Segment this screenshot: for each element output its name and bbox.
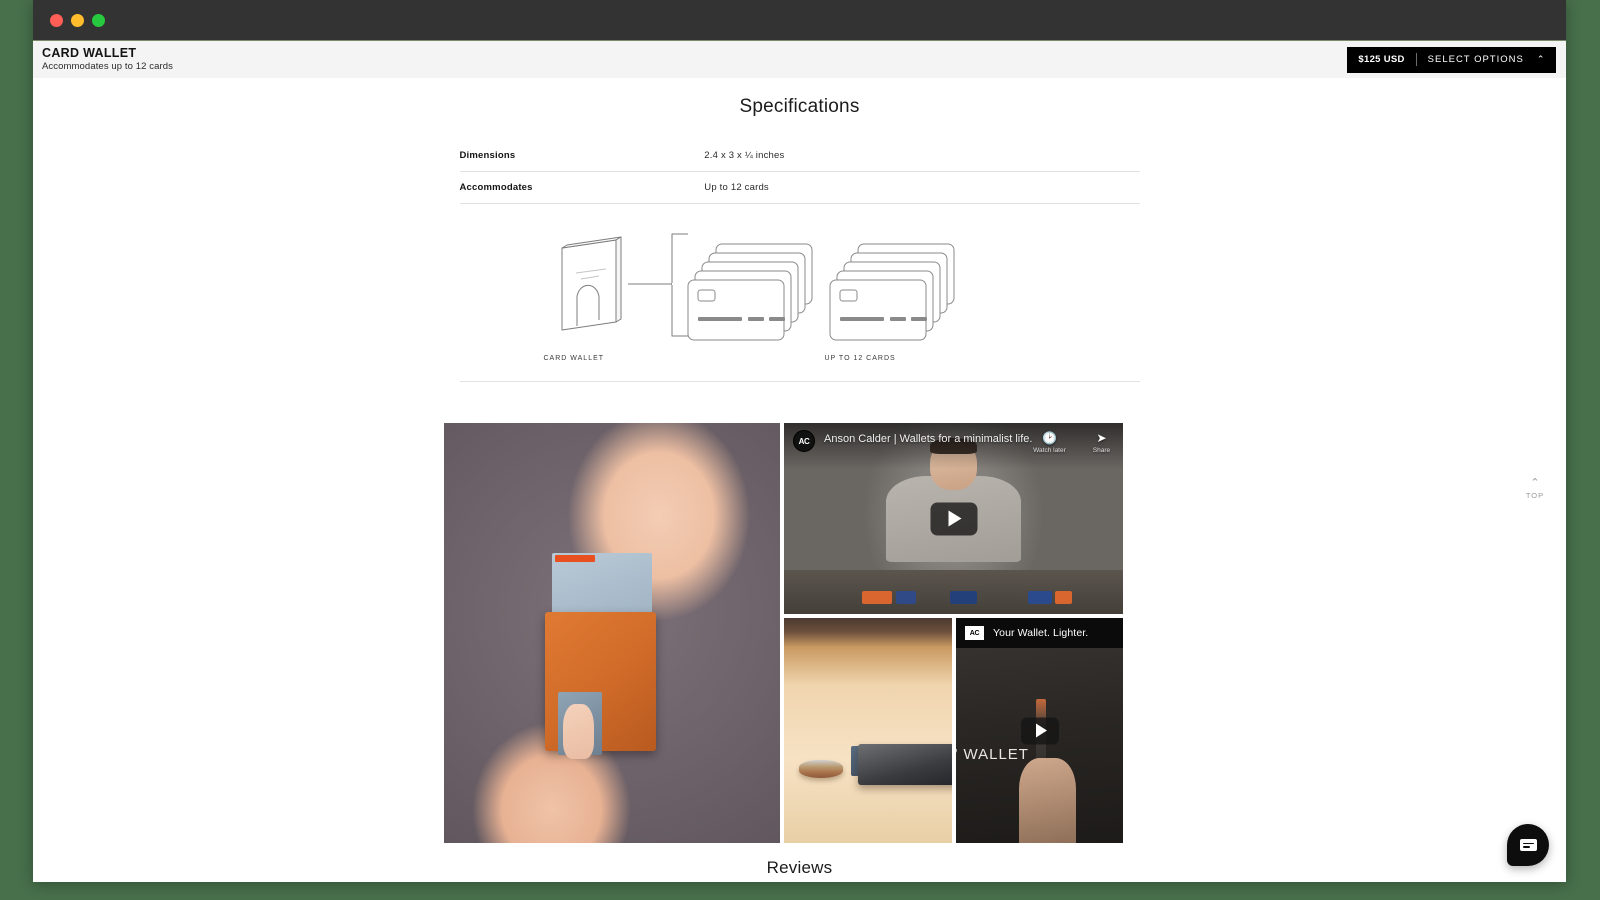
- specifications-table: Dimensions 2.4 x 3 x ¼ inches Accommodat…: [459, 140, 1140, 204]
- clock-icon: 🕑: [1041, 431, 1057, 445]
- back-to-top-label: TOP: [1525, 491, 1545, 500]
- photo-card-strip: [554, 555, 596, 563]
- product-title: CARD WALLET: [42, 46, 137, 60]
- spec-value: Up to 12 cards: [704, 182, 769, 193]
- video-product-item: [950, 591, 978, 605]
- specifications-section: Specifications Dimensions 2.4 x 3 x ¼ in…: [459, 78, 1140, 382]
- back-to-top-button[interactable]: ⌃ TOP: [1518, 477, 1552, 501]
- diagram-label-cards: UP TO 12 CARDS: [824, 355, 896, 362]
- youtube-secondary-overlay: AC Your Wallet. Lighter.: [956, 618, 1123, 648]
- video-product-item: [1028, 591, 1052, 605]
- video-overlay-word: " WALLET: [956, 746, 1029, 763]
- window-titlebar: [33, 0, 1566, 40]
- capacity-diagram: [520, 226, 1080, 351]
- watch-later-button[interactable]: 🕑 Watch later: [1032, 431, 1066, 454]
- capacity-diagram-illustration: [561, 233, 954, 341]
- media-bottom-row: " WALLET AC Your Wallet. Lighter.: [784, 618, 1123, 843]
- sticky-product-bar: CARD WALLET Accommodates up to 12 cards …: [33, 40, 1566, 78]
- reviews-section: Reviews ★★★★★ Based on 44 reviews Write …: [33, 858, 1566, 882]
- video-hand: [1019, 757, 1077, 843]
- sticky-product-info: CARD WALLET Accommodates up to 12 cards: [42, 46, 173, 73]
- video-product-item: [895, 591, 917, 605]
- spec-key: Dimensions: [459, 150, 516, 161]
- spec-value: 2.4 x 3 x ¼ inches: [704, 150, 785, 161]
- watch-later-label: Watch later: [1033, 447, 1066, 454]
- capacity-diagram-labels: CARD WALLET UP TO 12 CARDS: [520, 355, 1080, 367]
- youtube-top-overlay: AC Anson Calder | Wallets for a minimali…: [784, 423, 1123, 469]
- play-icon[interactable]: [930, 502, 977, 535]
- select-options-bar[interactable]: $125 USD SELECT OPTIONS ⌃: [1347, 46, 1556, 73]
- photo-wallet: [857, 744, 952, 785]
- chevron-up-icon: ⌃: [1536, 54, 1545, 64]
- media-gallery: AC Anson Calder | Wallets for a minimali…: [444, 423, 1123, 843]
- youtube-actions: 🕑 Watch later ➤ Share: [1032, 431, 1118, 454]
- window-minimize-button[interactable]: [71, 13, 84, 27]
- select-options-label: SELECT OPTIONS: [1427, 54, 1524, 65]
- youtube-video-secondary[interactable]: " WALLET AC Your Wallet. Lighter.: [956, 618, 1123, 843]
- capacity-diagram-row: CARD WALLET UP TO 12 CARDS: [459, 204, 1140, 382]
- chat-widget-button[interactable]: [1507, 824, 1549, 866]
- youtube-video-main[interactable]: AC Anson Calder | Wallets for a minimali…: [784, 423, 1123, 614]
- play-icon[interactable]: [1020, 717, 1059, 744]
- reviews-heading: Reviews: [766, 858, 833, 877]
- divider: [1415, 53, 1417, 66]
- video-product-item: [861, 591, 893, 605]
- browser-window: CARD WALLET Accommodates up to 12 cards …: [33, 0, 1566, 882]
- youtube-secondary-title: Your Wallet. Lighter.: [993, 627, 1089, 639]
- window-maximize-button[interactable]: [92, 13, 105, 27]
- chat-bubble-icon: [1519, 839, 1537, 851]
- window-close-button[interactable]: [50, 13, 63, 27]
- share-arrow-icon: ➤: [1096, 431, 1107, 445]
- photo-coins: [799, 759, 843, 778]
- share-button[interactable]: ➤ Share: [1084, 431, 1118, 454]
- video-product-item: [1055, 591, 1073, 605]
- diagram-label-wallet: CARD WALLET: [543, 355, 605, 362]
- spec-key: Accommodates: [459, 182, 533, 193]
- brand-logo-icon: AC: [965, 626, 984, 640]
- table-row: Dimensions 2.4 x 3 x ¼ inches: [459, 140, 1140, 172]
- youtube-video-title[interactable]: Anson Calder | Wallets for a minimalist …: [824, 433, 1032, 445]
- product-photo-secondary-image: [784, 618, 952, 843]
- product-price: $125 USD: [1358, 54, 1405, 65]
- channel-avatar-icon[interactable]: AC: [793, 430, 815, 452]
- page-content: Specifications Dimensions 2.4 x 3 x ¼ in…: [33, 78, 1566, 882]
- product-photo-main[interactable]: [444, 423, 780, 843]
- product-photo-main-image: [444, 423, 780, 843]
- product-photo-secondary[interactable]: [784, 618, 952, 843]
- photo-thumb: [563, 704, 594, 759]
- page-viewport: CARD WALLET Accommodates up to 12 cards …: [33, 40, 1566, 882]
- media-right-column: AC Anson Calder | Wallets for a minimali…: [784, 423, 1123, 843]
- specifications-heading: Specifications: [739, 96, 860, 117]
- share-label: Share: [1092, 447, 1111, 454]
- chevron-up-icon: ⌃: [1530, 477, 1540, 489]
- table-row: Accommodates Up to 12 cards: [459, 172, 1140, 204]
- product-subtitle: Accommodates up to 12 cards: [42, 61, 174, 72]
